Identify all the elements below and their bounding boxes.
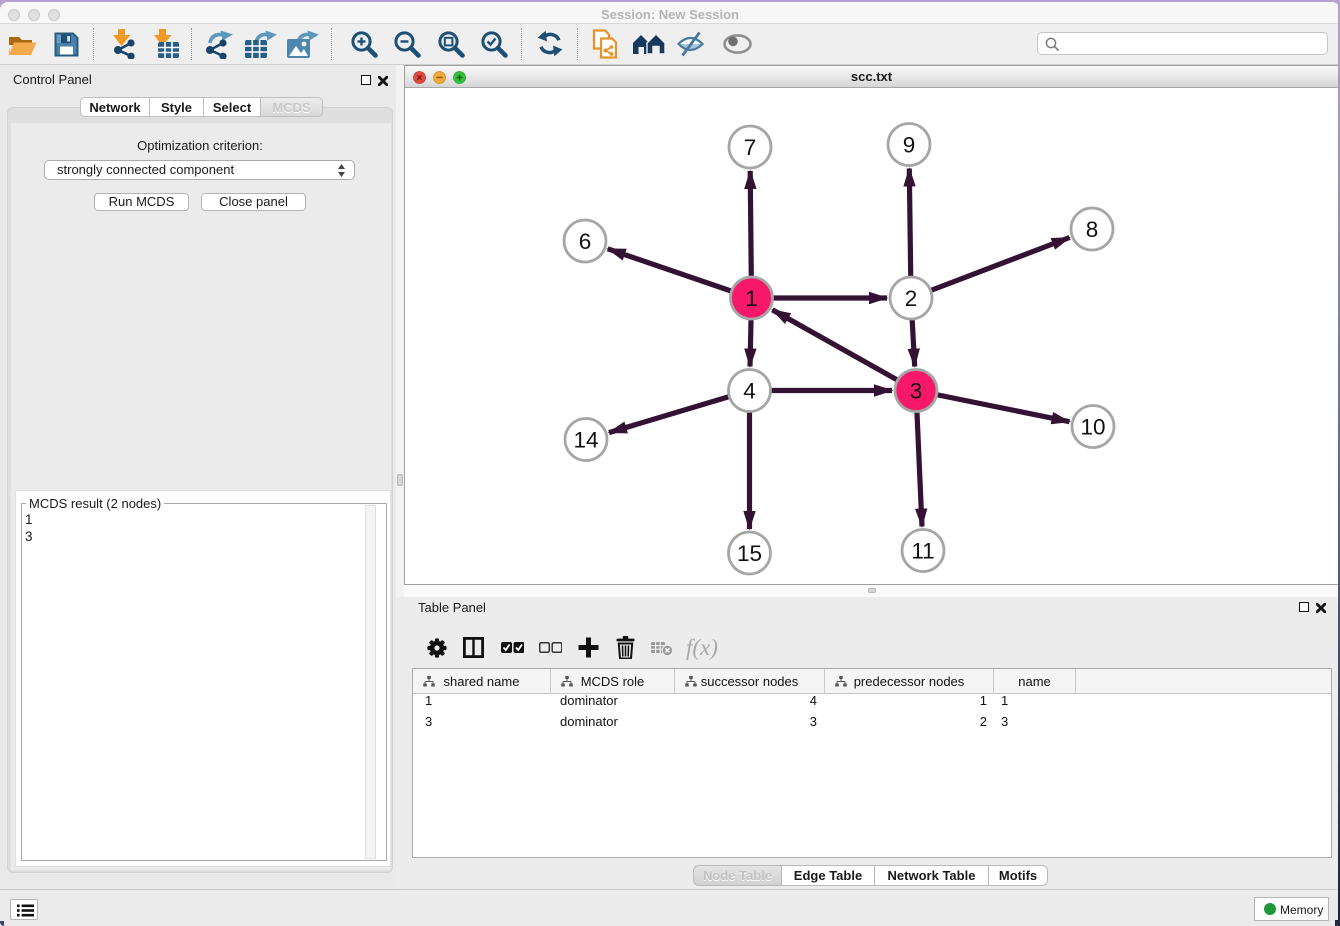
svg-text:8: 8 [1086, 217, 1099, 242]
svg-text:15: 15 [737, 541, 762, 566]
svg-text:7: 7 [744, 135, 757, 160]
svg-text:4: 4 [743, 379, 756, 404]
svg-text:10: 10 [1080, 415, 1105, 440]
svg-text:14: 14 [573, 428, 598, 453]
svg-text:2: 2 [905, 286, 918, 311]
svg-text:11: 11 [911, 539, 934, 564]
svg-text:6: 6 [579, 229, 592, 254]
svg-text:1: 1 [745, 286, 758, 311]
svg-text:9: 9 [903, 133, 916, 158]
svg-text:3: 3 [910, 379, 923, 404]
